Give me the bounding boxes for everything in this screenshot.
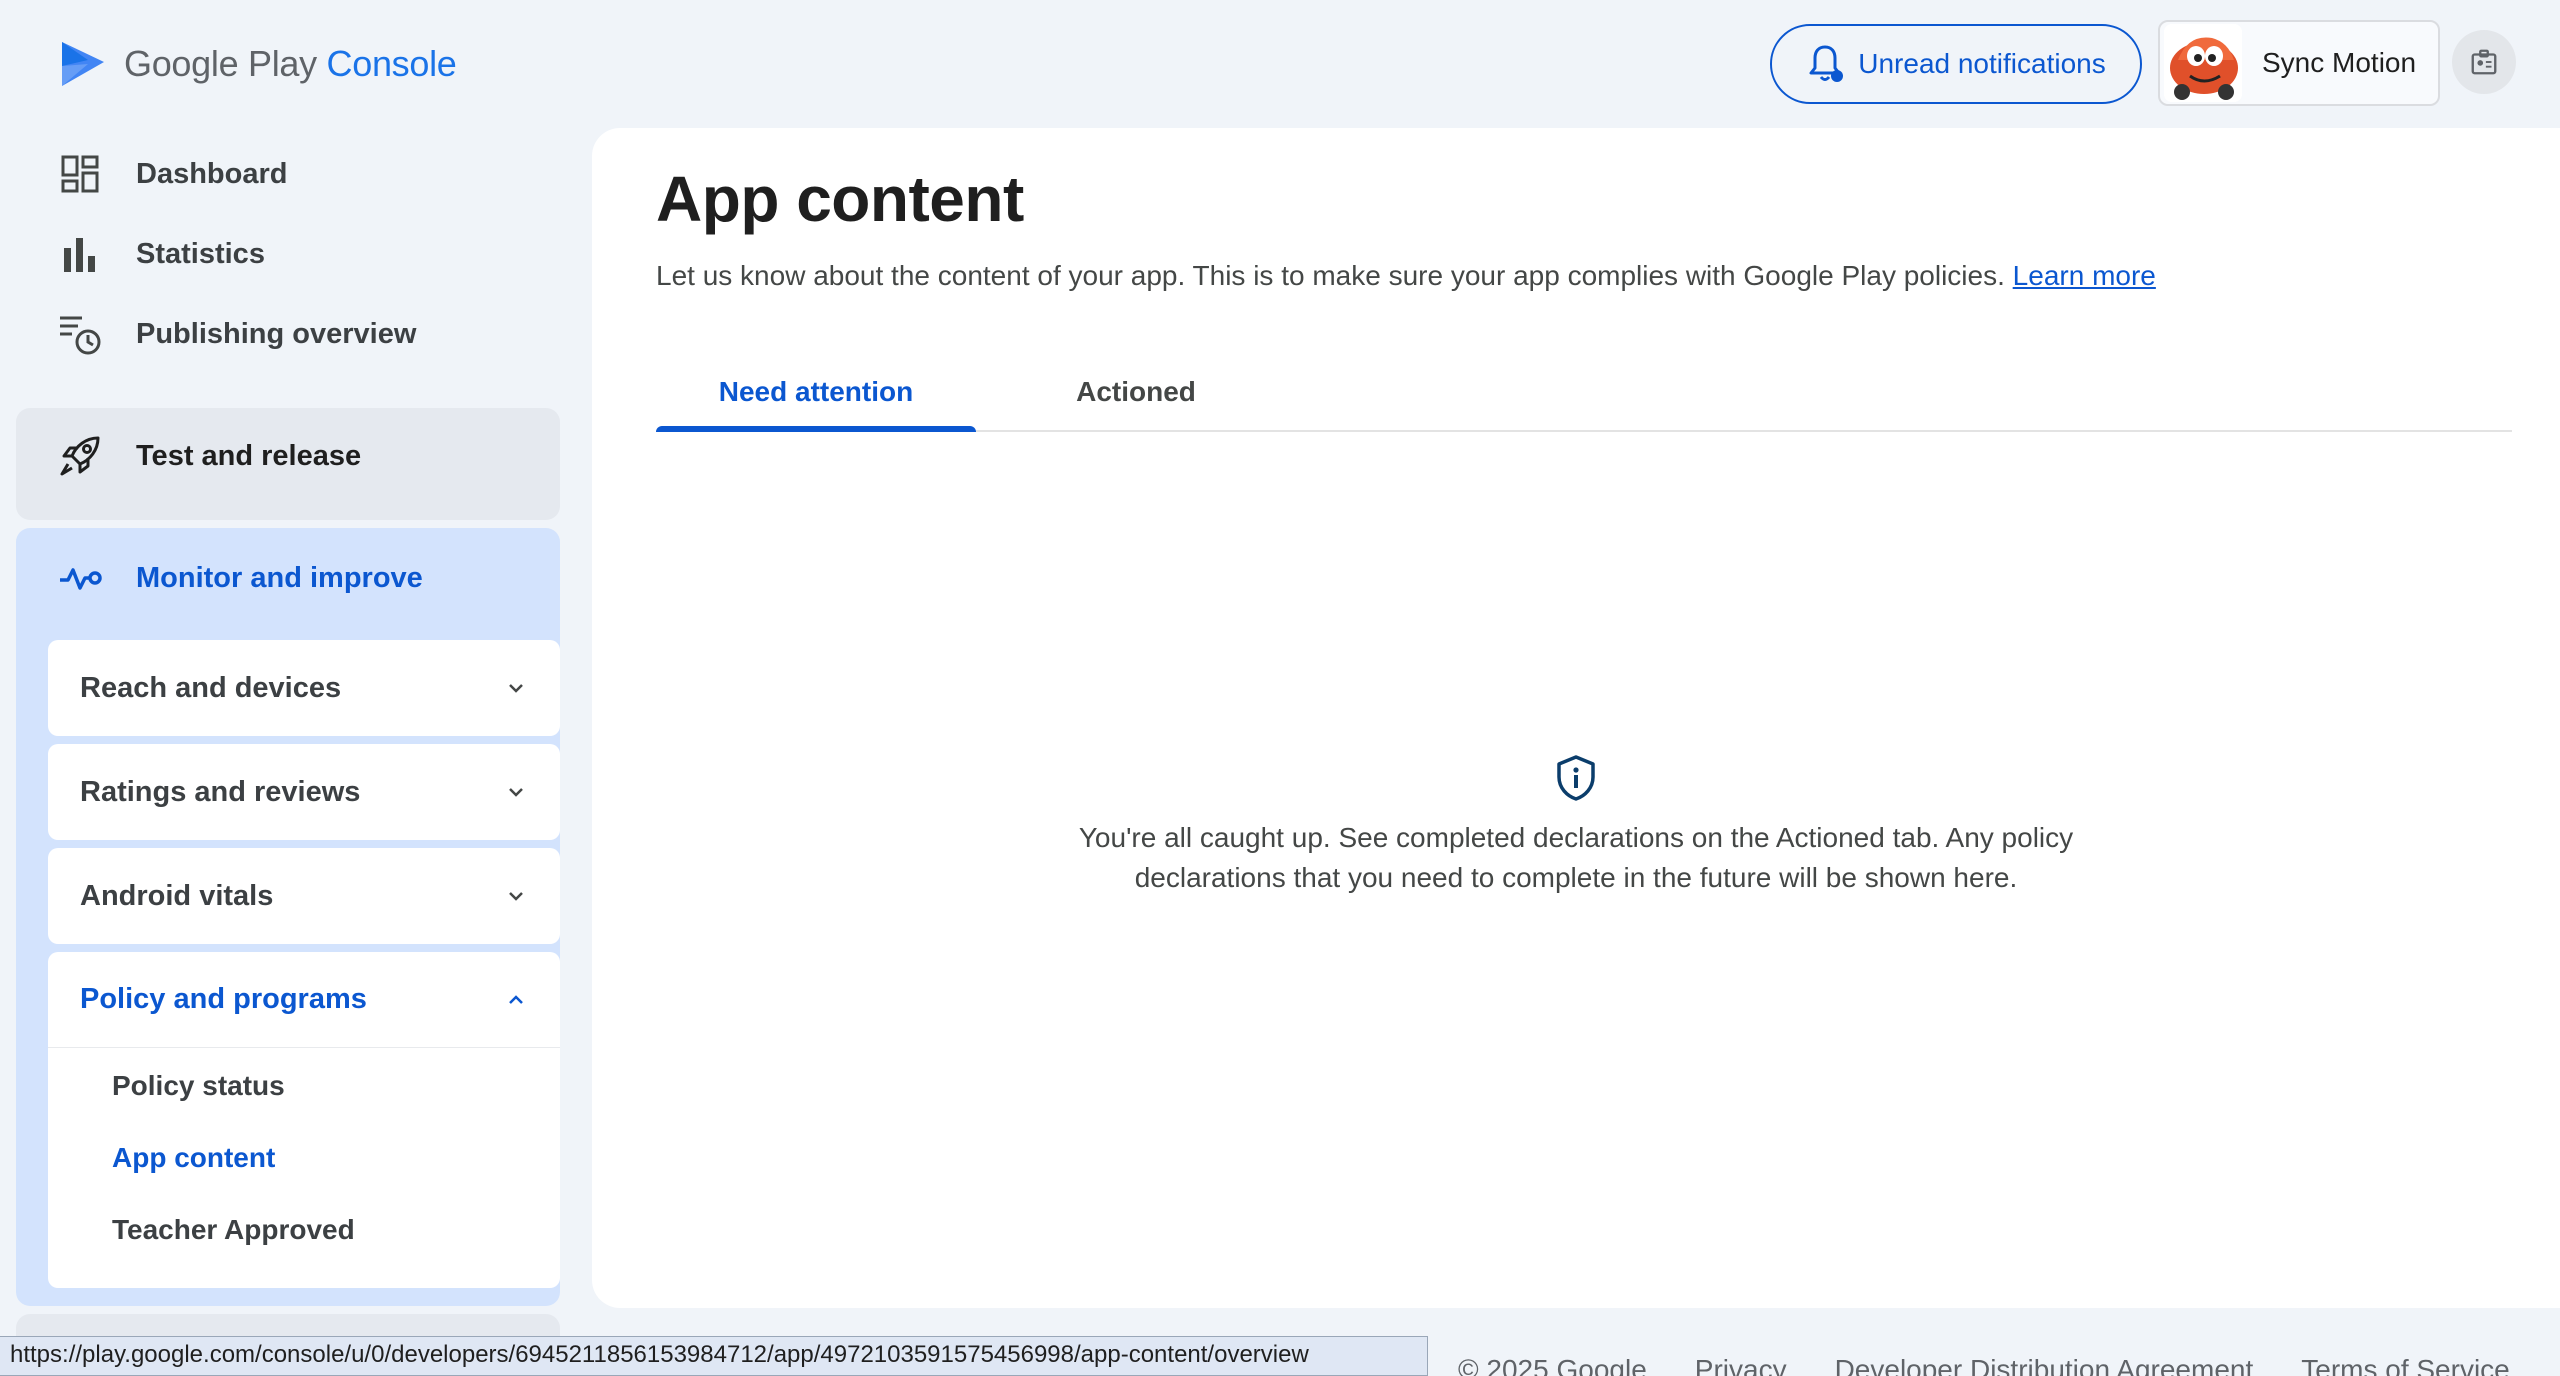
sidebar-item-label: Statistics bbox=[136, 237, 265, 270]
sidebar-item-dashboard[interactable]: Dashboard bbox=[58, 144, 287, 204]
unread-notifications-button[interactable]: Unread notifications bbox=[1770, 24, 2142, 104]
learn-more-link[interactable]: Learn more bbox=[2013, 260, 2156, 291]
chevron-down-icon bbox=[509, 684, 523, 693]
page-title: App content bbox=[656, 163, 1024, 235]
tab-need-attention[interactable]: Need attention bbox=[656, 368, 976, 432]
sidebar-section-monitor-and-improve: Monitor and improve Reach and devices Ra… bbox=[16, 528, 560, 1306]
bell-icon bbox=[1806, 43, 1844, 85]
rocket-icon bbox=[58, 434, 102, 478]
main-content: App content Let us know about the conten… bbox=[592, 128, 2560, 1308]
pulse-icon bbox=[58, 556, 102, 600]
group-label: Ratings and reviews bbox=[80, 775, 361, 808]
account-badge-icon bbox=[2471, 49, 2497, 75]
sidebar-subitem-policy-status[interactable]: Policy status bbox=[112, 1070, 285, 1102]
sidebar-item-label: Dashboard bbox=[136, 157, 288, 190]
chevron-up-icon bbox=[509, 994, 523, 1004]
footer-link-dda[interactable]: Developer Distribution Agreement bbox=[1835, 1354, 2254, 1376]
empty-state: You're all caught up. See completed decl… bbox=[592, 754, 2560, 898]
play-console-logo-icon bbox=[62, 42, 104, 86]
account-name: Sync Motion bbox=[2262, 47, 2417, 78]
chevron-down-icon bbox=[509, 788, 523, 797]
sidebar-item-statistics[interactable]: Statistics bbox=[58, 224, 265, 284]
developer-account-button[interactable] bbox=[2452, 30, 2516, 94]
sidebar-item-label: Publishing overview bbox=[136, 317, 417, 350]
chevron-down-icon bbox=[509, 892, 523, 901]
policy-and-programs-toggle[interactable]: Policy and programs bbox=[48, 952, 560, 1048]
footer-link-privacy[interactable]: Privacy bbox=[1695, 1354, 1787, 1376]
link-status-bar: https://play.google.com/console/u/0/deve… bbox=[0, 1336, 1428, 1376]
content-tabs: Need attention Actioned bbox=[656, 368, 2512, 432]
logo-text: Google Play Console bbox=[124, 43, 457, 84]
sidebar-item-label: Test and release bbox=[136, 439, 362, 472]
sidebar-group-policy-and-programs: Policy and programs Policy status App co… bbox=[48, 952, 560, 1288]
footer: © 2025 Google Privacy Developer Distribu… bbox=[1458, 1354, 2510, 1376]
google-play-console-logo[interactable]: Google Play Console bbox=[58, 36, 457, 92]
active-tab-indicator bbox=[656, 426, 976, 432]
empty-state-message: You're all caught up. See completed decl… bbox=[1078, 822, 2074, 893]
bar-chart-icon bbox=[58, 232, 102, 276]
account-switcher[interactable]: Sync Motion bbox=[2158, 20, 2440, 106]
page-description: Let us know about the content of your ap… bbox=[656, 260, 2156, 291]
footer-link-terms[interactable]: Terms of Service bbox=[2301, 1354, 2510, 1376]
group-label: Policy and programs bbox=[80, 983, 367, 1015]
group-label: Reach and devices bbox=[80, 671, 342, 704]
footer-copyright: © 2025 Google bbox=[1458, 1354, 1647, 1376]
sidebar-group-reach-and-devices[interactable]: Reach and devices bbox=[48, 640, 560, 736]
sidebar-group-ratings-and-reviews[interactable]: Ratings and reviews bbox=[48, 744, 560, 840]
sidebar-item-label: Monitor and improve bbox=[136, 561, 423, 594]
sidebar-subitem-teacher-approved[interactable]: Teacher Approved bbox=[112, 1214, 355, 1246]
sidebar-section-test-and-release: Test and release bbox=[16, 408, 560, 520]
sidebar-subitem-app-content[interactable]: App content bbox=[112, 1142, 275, 1174]
app-avatar bbox=[2164, 24, 2242, 102]
publishing-history-icon bbox=[58, 312, 102, 356]
tab-actioned[interactable]: Actioned bbox=[976, 368, 1296, 432]
group-label: Android vitals bbox=[80, 879, 274, 912]
notifications-label: Unread notifications bbox=[1858, 48, 2106, 79]
sidebar-item-monitor-and-improve[interactable]: Monitor and improve bbox=[58, 556, 423, 600]
sidebar-item-publishing-overview[interactable]: Publishing overview bbox=[58, 304, 416, 364]
shield-info-icon bbox=[1557, 755, 1595, 801]
dashboard-icon bbox=[58, 152, 102, 196]
sidebar-group-android-vitals[interactable]: Android vitals bbox=[48, 848, 560, 944]
sidebar-item-test-and-release[interactable]: Test and release bbox=[58, 434, 361, 478]
